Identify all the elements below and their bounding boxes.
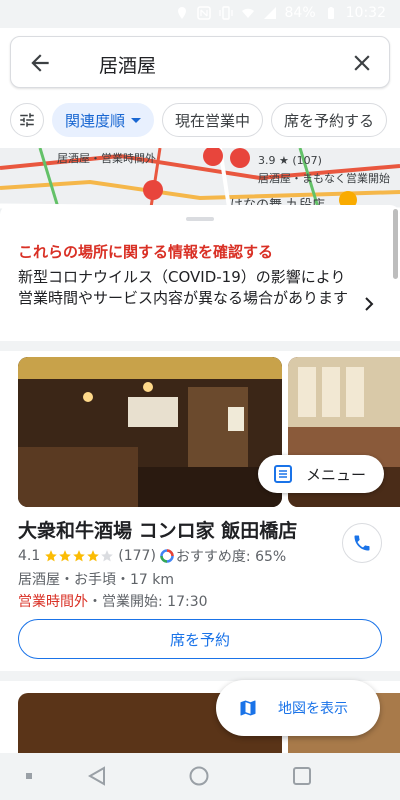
chevron-down-icon	[131, 117, 142, 123]
drag-handle[interactable]	[186, 217, 214, 221]
filter-chips: 関連度順 現在営業中 席を予約する	[10, 103, 400, 137]
covid-title: これらの場所に関する情報を確認する	[18, 243, 274, 261]
divider	[0, 341, 400, 351]
show-map-label: 地図を表示	[278, 701, 348, 717]
status-bar: 84% 10:32	[0, 0, 400, 28]
open-now-chip[interactable]: 現在営業中	[162, 103, 264, 137]
tune-icon	[20, 113, 34, 127]
star-icon	[87, 550, 100, 562]
menu-button[interactable]: メニュー	[258, 455, 384, 493]
clock: 10:32	[345, 5, 386, 21]
place-hours: 営業時間外・営業開始: 17:30	[18, 591, 208, 611]
results-sheet: これらの場所に関する情報を確認する 新型コロナウイルス（COVID-19）の影響…	[0, 205, 400, 753]
star-icon	[45, 550, 58, 562]
chip-label: 席を予約する	[284, 111, 375, 130]
dot-icon[interactable]	[24, 771, 34, 781]
star-icon	[73, 550, 86, 562]
place-photos[interactable]: メニュー	[18, 357, 400, 507]
review-count: (177)	[118, 548, 156, 564]
map-icon	[240, 700, 256, 716]
star-empty-icon	[101, 550, 114, 562]
call-button[interactable]	[342, 523, 382, 563]
chip-label: 関連度順	[65, 111, 126, 130]
search-query[interactable]: 居酒屋	[99, 51, 156, 78]
chevron-right-icon	[365, 297, 374, 311]
battery-percent: 84%	[284, 5, 316, 21]
menu-button-label: メニュー	[306, 465, 367, 484]
back-nav-icon[interactable]	[86, 765, 108, 787]
map-label: 居酒屋・営業時間外	[57, 152, 156, 165]
hours-status: 営業時間外	[18, 594, 88, 610]
vibrate-icon	[218, 6, 233, 20]
google-recommend-icon	[160, 549, 174, 563]
covid-notice[interactable]: これらの場所に関する情報を確認する 新型コロナウイルス（COVID-19）の影響…	[0, 231, 400, 341]
reservation-chip[interactable]: 席を予約する	[271, 103, 388, 137]
recommend-score: おすすめ度: 65%	[175, 549, 287, 565]
nfc-icon	[196, 6, 211, 20]
map-label: 居酒屋・まもなく営業開始	[258, 172, 390, 185]
system-nav-bar	[0, 753, 400, 800]
menu-list-icon	[274, 465, 292, 483]
location-icon	[177, 7, 186, 19]
search-bar[interactable]: 居酒屋	[10, 36, 390, 88]
home-nav-icon[interactable]	[188, 765, 210, 787]
star-icon	[59, 550, 72, 562]
signal-icon	[263, 7, 276, 19]
place-name[interactable]: 大衆和牛酒場 コンロ家 飯田橋店	[18, 516, 297, 543]
place-photo[interactable]	[18, 357, 282, 507]
phone-icon	[354, 535, 370, 551]
map-label: 3.9 ★ (107)	[258, 154, 322, 167]
rating-value: 4.1	[18, 548, 41, 564]
rating-row: 4.1 (177) おすすめ度: 65%	[18, 546, 286, 566]
place-meta: 居酒屋・お手頃・17 km	[18, 572, 175, 588]
close-icon[interactable]	[349, 50, 375, 76]
back-arrow-icon[interactable]	[27, 50, 53, 76]
covid-body: 新型コロナウイルス（COVID-19）の影響により営業時間やサービス内容が異なる…	[18, 268, 349, 307]
hours-detail: ・営業開始: 17:30	[88, 594, 208, 610]
battery-icon	[327, 7, 334, 19]
chip-label: 現在営業中	[175, 111, 251, 130]
sort-relevance-chip[interactable]: 関連度順	[52, 103, 155, 137]
restaurant-interior-image	[18, 357, 282, 507]
wifi-icon	[241, 8, 254, 18]
show-map-button[interactable]: 地図を表示	[216, 680, 380, 736]
filter-settings-chip[interactable]	[10, 103, 44, 137]
reserve-button[interactable]: 席を予約	[18, 619, 382, 659]
recents-nav-icon[interactable]	[291, 765, 313, 787]
star-rating	[44, 549, 114, 563]
